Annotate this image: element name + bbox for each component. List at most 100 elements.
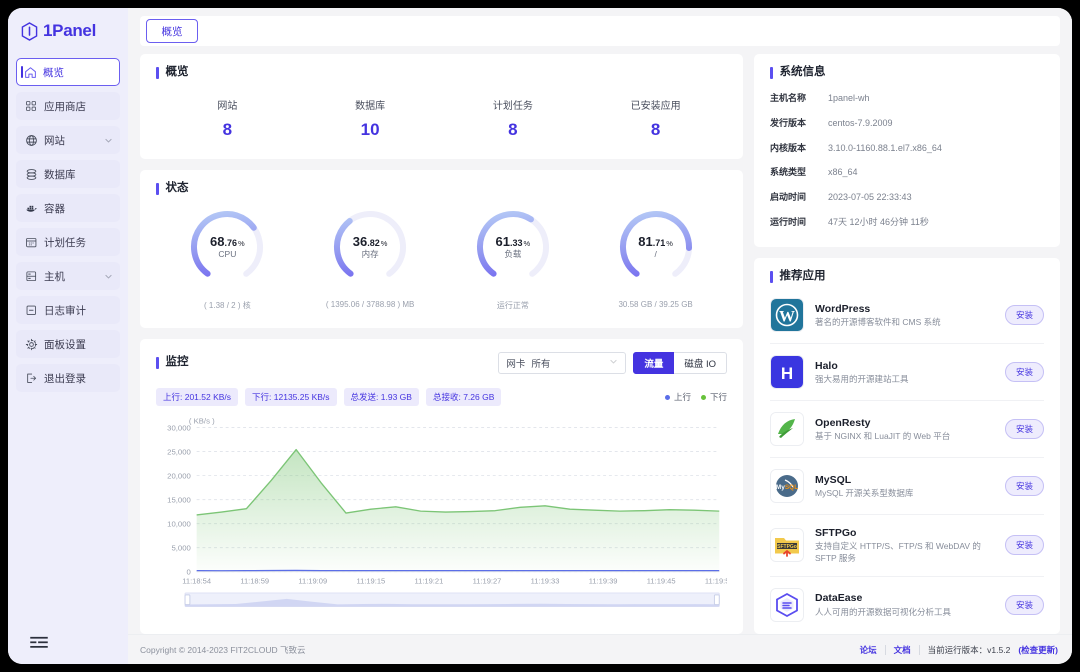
sidebar-item-host[interactable]: 主机 — [16, 262, 120, 290]
system-info-row: 内核版本 3.10.0-1160.88.1.el7.x86_64 — [770, 143, 1044, 154]
system-info-row: 主机名称 1panel-wh — [770, 93, 1044, 104]
stat-value: 10 — [360, 120, 380, 139]
select-prefix: 网卡 — [506, 359, 526, 370]
network-interface-select[interactable]: 网卡 所有 — [498, 352, 627, 374]
svg-text:11:19:45: 11:19:45 — [647, 576, 676, 585]
svg-text:H: H — [781, 364, 793, 383]
content-columns: 概览 网站 8 数据库 10 计划任务 8 已安装应用 8 状态 68.76% … — [128, 54, 1072, 634]
stat-value: 8 — [222, 120, 233, 139]
stat-cronjobs[interactable]: 计划任务 8 — [442, 97, 585, 140]
monitor-controls: 网卡 所有 流量 磁盘 IO — [498, 352, 727, 374]
sidebar-item-logaudit[interactable]: 日志审计 — [16, 296, 120, 324]
forum-link[interactable]: 论坛 — [860, 644, 877, 656]
system-info-card: 系统信息 主机名称 1panel-wh 发行版本 centos-7.9.2009 内核版… — [754, 54, 1060, 247]
sidebar-item-logout[interactable]: 退出登录 — [16, 364, 120, 392]
sidebar-item-container[interactable]: 容器 — [16, 194, 120, 222]
app-row: SFTPGo SFTPGo 支持自定义 HTTP/S、FTP/S 和 WebDAV … — [770, 515, 1044, 577]
install-button[interactable]: 安装 — [1004, 418, 1044, 439]
check-update-link[interactable]: (检查更新) — [1018, 644, 1058, 656]
app-row: MySQL MySQL MySQL 开源关系型数据库 安装 — [770, 458, 1044, 515]
tab-label: 概览 — [161, 25, 183, 38]
chevron-down-icon — [104, 272, 113, 281]
system-info-value: 3.10.0-1160.88.1.el7.x86_64 — [828, 142, 942, 153]
home-icon — [23, 65, 37, 79]
main-area: 概览 概览 网站 8 数据库 10 计划任务 8 已安装应用 8 状态 68.7… — [128, 8, 1072, 664]
install-button[interactable]: 安装 — [1004, 594, 1044, 615]
app-name: WordPress — [815, 302, 871, 315]
gauge-ring: 81.71% / — [616, 207, 696, 287]
gauge-name: 负载 — [504, 249, 522, 260]
svg-text:15,000: 15,000 — [167, 495, 191, 504]
log-icon — [24, 303, 38, 317]
traffic-chart-svg: 0 5,000 10,000 15,000 20,000 25,000 30,000( KB… — [167, 417, 727, 608]
gauge-center: 81.71% / — [616, 207, 696, 287]
sidebar-item-database[interactable]: 数据库 — [16, 160, 120, 188]
gauge-ring: 36.82% 内存 — [330, 207, 410, 287]
legend-item-upload[interactable]: 上行 — [664, 391, 691, 403]
sidebar-item-label: 面板设置 — [44, 338, 86, 351]
install-button[interactable]: 安装 — [1004, 475, 1044, 496]
sidebar-item-label: 概览 — [43, 66, 64, 79]
stat-databases[interactable]: 数据库 10 — [299, 97, 442, 140]
footer-copyright: Copyright © 2014-2023 FIT2CLOUD 飞致云 — [140, 644, 306, 655]
app-text: WordPress 著名的开源博客软件和 CMS 系统 — [815, 302, 994, 328]
gauge-center: 61.33% 负载 — [473, 207, 553, 287]
sidebar-item-label: 退出登录 — [44, 372, 86, 385]
stat-label: 数据库 — [355, 101, 386, 112]
stat-websites[interactable]: 网站 8 — [156, 97, 299, 140]
app-row: H Halo 强大易用的开源建站工具 安装 — [770, 344, 1044, 401]
monitor-header: 监控 网卡 所有 流量 磁盘 IO — [156, 352, 727, 374]
openresty-icon — [770, 411, 804, 446]
gauge-sublabel: ( 1.38 / 2 ) 核 — [204, 301, 251, 310]
monitor-title: 监控 — [156, 357, 189, 369]
legend-label: 下行 — [709, 392, 727, 402]
install-button[interactable]: 安装 — [1004, 304, 1044, 325]
collapse-menu-icon[interactable] — [30, 636, 48, 650]
sidebar-item-settings[interactable]: 面板设置 — [16, 330, 120, 358]
system-info-key: 运行时间 — [770, 216, 807, 227]
sidebar-nav: 概览 应用商店 网站 数据库 容器 计划任务 主机 日志审计 面板设置 退出登录 — [8, 54, 128, 392]
sidebar-item-appstore[interactable]: 应用商店 — [16, 92, 120, 120]
gauge-center: 68.76% CPU — [187, 207, 267, 287]
svg-text:11:18:54: 11:18:54 — [182, 576, 211, 585]
right-column: 系统信息 主机名称 1panel-wh 发行版本 centos-7.9.2009 内核版… — [754, 54, 1060, 634]
traffic-chart[interactable]: 0 5,000 10,000 15,000 20,000 25,000 30,000( KB… — [156, 412, 727, 621]
svg-text:MySQL: MySQL — [776, 484, 798, 491]
app-row: DataEase 人人可用的开源数据可视化分析工具 安装 — [770, 577, 1044, 633]
sidebar-item-website[interactable]: 网站 — [16, 126, 120, 154]
system-info-value: 2023-07-05 22:33:43 — [828, 192, 912, 203]
status-title: 状态 — [156, 183, 727, 195]
sidebar-item-label: 网站 — [44, 134, 65, 147]
select-value: 所有 — [531, 359, 551, 370]
app-description: 支持自定义 HTTP/S、FTP/S 和 WebDAV 的 SFTP 服务 — [815, 540, 981, 564]
app-name: MySQL — [815, 473, 852, 486]
gauge-负载: 61.33% 负载 运行正常 — [442, 207, 585, 311]
app-description: 著名的开源博客软件和 CMS 系统 — [815, 316, 941, 327]
divider — [884, 644, 886, 655]
footer-links: 论坛 文档 当前运行版本：v1.5.2 (检查更新) — [860, 644, 1058, 656]
app-name: OpenResty — [815, 416, 871, 429]
traffic-button[interactable]: 流量 — [633, 352, 675, 374]
recommend-apps-card: 推荐应用 W WordPress 著名的开源博客软件和 CMS 系统 安装 H Halo 强… — [754, 257, 1060, 634]
sidebar-item-cronjob[interactable]: 计划任务 — [16, 228, 120, 256]
docs-link[interactable]: 文档 — [894, 644, 911, 656]
monitor-mode-buttons: 流量 磁盘 IO — [633, 352, 727, 374]
sftpgo-icon: SFTPGo — [770, 528, 804, 563]
app-description: 人人可用的开源数据可视化分析工具 — [815, 606, 952, 617]
svg-text:SFTPGo: SFTPGo — [777, 544, 797, 550]
system-info-value: centos-7.9.2009 — [828, 117, 893, 128]
monitor-card: 监控 网卡 所有 流量 磁盘 IO 上行: 201.52 KB/s 下行: 12… — [140, 339, 743, 634]
system-info-key: 内核版本 — [770, 142, 807, 153]
disk-io-button[interactable]: 磁盘 IO — [674, 352, 727, 374]
install-button[interactable]: 安装 — [1004, 535, 1044, 556]
sidebar-item-overview[interactable]: 概览 — [16, 58, 120, 86]
svg-text:5,000: 5,000 — [171, 544, 190, 553]
install-button[interactable]: 安装 — [1004, 361, 1044, 382]
legend-item-download[interactable]: 下行 — [700, 391, 727, 403]
svg-text:11:19:27: 11:19:27 — [473, 576, 502, 585]
system-info-key: 主机名称 — [770, 93, 807, 103]
app-text: DataEase 人人可用的开源数据可视化分析工具 — [815, 591, 994, 617]
stat-installed-apps[interactable]: 已安装应用 8 — [584, 97, 727, 140]
tab-overview[interactable]: 概览 — [146, 19, 198, 43]
globe-icon — [24, 133, 38, 147]
